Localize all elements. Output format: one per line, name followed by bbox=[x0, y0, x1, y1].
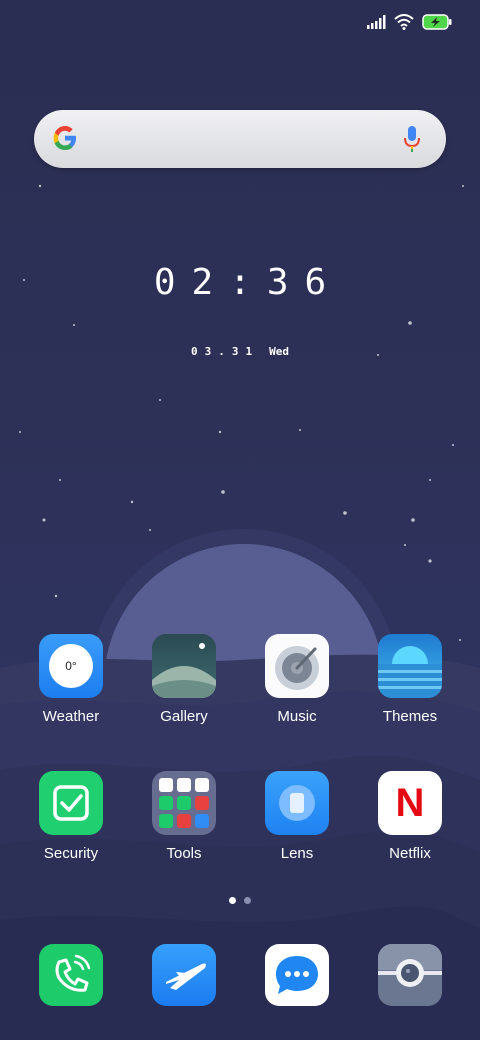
app-label-themes: Themes bbox=[382, 708, 438, 725]
app-weather[interactable]: 0° Weather bbox=[16, 634, 126, 725]
netflix-icon: N bbox=[378, 771, 442, 835]
weekday: Wed bbox=[269, 345, 289, 358]
gallery-icon bbox=[152, 634, 216, 698]
camera-icon bbox=[378, 944, 442, 1006]
app-label-gallery: Gallery bbox=[160, 708, 208, 725]
app-security[interactable]: Security bbox=[16, 771, 126, 862]
page-dot-1[interactable] bbox=[229, 897, 236, 904]
themes-icon bbox=[378, 634, 442, 698]
app-label-netflix: Netflix bbox=[389, 845, 431, 862]
google-g-icon bbox=[53, 126, 76, 150]
app-tools-folder[interactable]: Tools bbox=[129, 771, 239, 862]
app-music[interactable]: Music bbox=[242, 634, 352, 725]
clock-date[interactable]: 03.31 Wed bbox=[0, 345, 480, 358]
browser-icon bbox=[152, 944, 216, 1006]
page-indicator[interactable] bbox=[0, 897, 480, 904]
app-label-music: Music bbox=[277, 708, 317, 725]
weather-icon: 0° bbox=[39, 634, 103, 698]
dock-camera[interactable] bbox=[355, 944, 465, 1006]
dock-messages[interactable] bbox=[242, 944, 352, 1006]
app-label-tools: Tools bbox=[166, 845, 202, 862]
signal-icon bbox=[367, 15, 386, 29]
music-icon bbox=[265, 634, 329, 698]
lens-icon bbox=[265, 771, 329, 835]
app-label-security: Security bbox=[43, 845, 99, 862]
page-dot-2[interactable] bbox=[244, 897, 251, 904]
messages-icon bbox=[265, 944, 329, 1006]
netflix-letter: N bbox=[395, 781, 425, 825]
weather-temp: 0° bbox=[49, 644, 93, 688]
app-themes[interactable]: Themes bbox=[355, 634, 465, 725]
google-search-bar[interactable] bbox=[34, 110, 446, 168]
app-label-lens: Lens bbox=[280, 845, 314, 862]
status-bar bbox=[366, 10, 452, 34]
phone-icon bbox=[39, 944, 103, 1006]
tools-folder-icon bbox=[152, 771, 216, 835]
app-netflix[interactable]: N Netflix bbox=[355, 771, 465, 862]
dock-phone[interactable] bbox=[16, 944, 126, 1006]
battery-charging-icon bbox=[422, 14, 452, 30]
wifi-icon bbox=[394, 14, 414, 30]
security-icon bbox=[39, 771, 103, 835]
clock-time[interactable]: 02:36 bbox=[0, 262, 480, 303]
app-label-weather: Weather bbox=[42, 708, 100, 725]
app-lens[interactable]: Lens bbox=[242, 771, 352, 862]
app-gallery[interactable]: Gallery bbox=[129, 634, 239, 725]
mic-icon[interactable] bbox=[402, 124, 422, 154]
date-value: 03.31 bbox=[191, 345, 260, 358]
dock-browser[interactable] bbox=[129, 944, 239, 1006]
